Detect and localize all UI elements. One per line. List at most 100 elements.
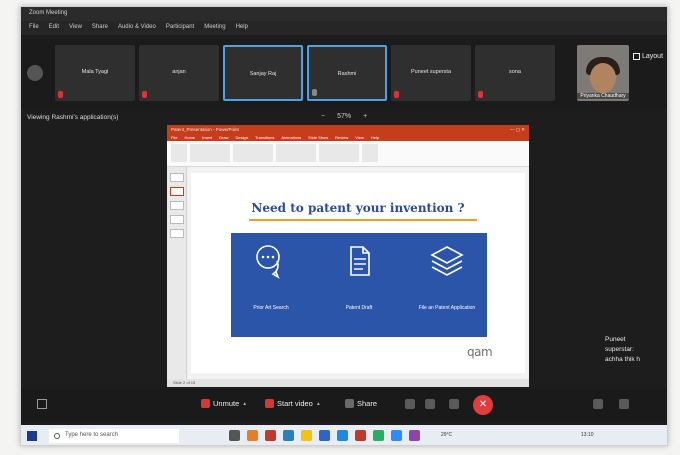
start-video-button[interactable]: Start video ▲ xyxy=(265,399,321,408)
window-title: Zoom Meeting xyxy=(29,10,68,16)
more-icon[interactable] xyxy=(449,399,459,409)
ppt-tab[interactable]: Draw xyxy=(219,135,228,140)
folder-icon[interactable] xyxy=(301,430,312,441)
system-clock[interactable]: 13:10 xyxy=(581,432,594,438)
ppt-tab[interactable]: Animations xyxy=(281,135,301,140)
step-patent-draft: Patent Draft xyxy=(319,233,399,337)
participant-tile[interactable]: sona xyxy=(475,45,555,101)
slide-thumbnail-pane xyxy=(167,167,187,379)
start-video-label: Start video xyxy=(277,399,313,408)
menu-edit[interactable]: Edit xyxy=(49,24,59,32)
slide-thumbnail[interactable] xyxy=(170,229,184,238)
participant-name: sona xyxy=(509,69,521,75)
participant-tile[interactable]: Puneet supersta xyxy=(391,45,471,101)
ppt-tab[interactable]: Help xyxy=(371,135,379,140)
participants-icon[interactable] xyxy=(593,399,603,409)
ppt-tab[interactable]: Design xyxy=(235,135,247,140)
apps-icon[interactable] xyxy=(425,399,435,409)
step-label: File an Patent Application xyxy=(418,305,476,311)
company-logo: qam xyxy=(467,345,493,359)
muted-mic-icon xyxy=(478,91,483,98)
taskbar-app-icon[interactable] xyxy=(337,430,348,441)
weather-indicator[interactable]: 29°C xyxy=(441,432,452,438)
zoom-out-button[interactable]: − xyxy=(321,113,325,120)
strip-scroll-left-button[interactable] xyxy=(27,65,43,81)
step-label: Prior Art Search xyxy=(253,305,289,311)
ribbon-drawing-group[interactable] xyxy=(319,144,359,162)
slide-thumbnail[interactable] xyxy=(170,173,184,182)
participant-tile[interactable]: anjan xyxy=(139,45,219,101)
participant-name: anjan xyxy=(172,69,186,75)
ppt-tab[interactable]: File xyxy=(171,135,177,140)
chat-preview[interactable]: Puneet superstar: achha thik h xyxy=(605,335,640,365)
meeting-controls-bar: Unmute ▲ Start video ▲ Share ✕ xyxy=(21,389,667,423)
participant-name: Puneet supersta xyxy=(410,69,452,75)
ppt-tab[interactable]: View xyxy=(355,135,364,140)
ppt-tab[interactable]: Insert xyxy=(202,135,212,140)
ribbon-font-group[interactable] xyxy=(233,144,273,162)
ribbon-slides-group[interactable] xyxy=(190,144,230,162)
chat-line: superstar: xyxy=(605,346,634,353)
taskbar-app-icon[interactable] xyxy=(247,430,258,441)
menu-participant[interactable]: Participant xyxy=(166,24,194,32)
unmute-button[interactable]: Unmute ▲ xyxy=(201,399,247,408)
chat-bubble-icon[interactable] xyxy=(619,399,629,409)
share-icon xyxy=(345,399,354,408)
taskbar-app-icon[interactable] xyxy=(373,430,384,441)
menu-meeting[interactable]: Meeting xyxy=(204,24,225,32)
zoom-app-icon[interactable] xyxy=(391,430,402,441)
taskbar-search-input[interactable]: Type here to search xyxy=(49,429,179,443)
menu-help[interactable]: Help xyxy=(236,24,248,32)
taskbar-app-icon[interactable] xyxy=(355,430,366,441)
share-label: Share xyxy=(357,399,378,408)
slide-thumbnail-selected[interactable] xyxy=(170,187,184,196)
menu-bar: File Edit View Share Audio & Video Parti… xyxy=(21,21,667,35)
reactions-icon[interactable] xyxy=(405,399,415,409)
end-call-button[interactable]: ✕ xyxy=(473,395,493,415)
chevron-up-icon[interactable]: ▲ xyxy=(242,401,247,407)
chat-icon[interactable] xyxy=(37,399,47,409)
ribbon-editing-button[interactable] xyxy=(362,144,378,162)
zoom-in-button[interactable]: + xyxy=(363,113,367,120)
taskbar-app-icon[interactable] xyxy=(319,430,330,441)
taskbar-app-icon[interactable] xyxy=(283,430,294,441)
layout-icon xyxy=(633,53,640,60)
chevron-up-icon[interactable]: ▲ xyxy=(316,401,321,407)
self-view-video[interactable]: Priyanka Chaudhary xyxy=(577,45,629,101)
windows-start-icon[interactable] xyxy=(27,431,37,441)
ribbon-paragraph-group[interactable] xyxy=(276,144,316,162)
share-banner: Viewing Rashmi's application(s) xyxy=(27,114,119,121)
taskbar-app-icon[interactable] xyxy=(265,430,276,441)
ppt-tab[interactable]: Home xyxy=(184,135,195,140)
document-icon xyxy=(350,246,370,276)
ppt-tab[interactable]: Transitions xyxy=(255,135,274,140)
participant-tile-active[interactable]: Sanjay Raj xyxy=(223,45,303,101)
shared-powerpoint-window[interactable]: Patent_Presentation - PowerPoint — ▢ ✕ F… xyxy=(167,125,529,387)
taskbar-app-icon[interactable] xyxy=(409,430,420,441)
participant-name: Rashmi xyxy=(337,71,357,77)
menu-view[interactable]: View xyxy=(69,24,82,32)
ppt-title: Patent_Presentation - PowerPoint xyxy=(171,127,239,132)
zoom-control: − 57% + xyxy=(321,113,367,120)
layers-icon xyxy=(430,246,464,276)
slide-thumbnail[interactable] xyxy=(170,201,184,210)
zoom-level[interactable]: 57% xyxy=(337,113,351,120)
ribbon-paste-button[interactable] xyxy=(171,144,187,162)
share-button[interactable]: Share xyxy=(345,399,377,408)
layout-button[interactable]: Layout xyxy=(633,53,663,60)
video-off-icon xyxy=(265,399,274,408)
ppt-title-bar: Patent_Presentation - PowerPoint — ▢ ✕ xyxy=(167,125,529,134)
menu-audio-video[interactable]: Audio & Video xyxy=(118,24,156,32)
muted-mic-icon xyxy=(394,91,399,98)
ppt-tab[interactable]: Review xyxy=(335,135,348,140)
slide-thumbnail[interactable] xyxy=(170,215,184,224)
ppt-tab[interactable]: Slide Show xyxy=(308,135,328,140)
participant-tile[interactable]: Mala Tyagi xyxy=(55,45,135,101)
ppt-ribbon-tabs: File Home Insert Draw Design Transitions… xyxy=(167,134,529,141)
title-underline xyxy=(249,219,477,221)
task-view-icon[interactable] xyxy=(229,430,240,441)
menu-share[interactable]: Share xyxy=(92,24,108,32)
participant-tile-speaking[interactable]: Rashmi xyxy=(307,45,387,101)
self-view-name: Priyanka Chaudhary xyxy=(577,93,629,99)
menu-file[interactable]: File xyxy=(29,24,39,32)
